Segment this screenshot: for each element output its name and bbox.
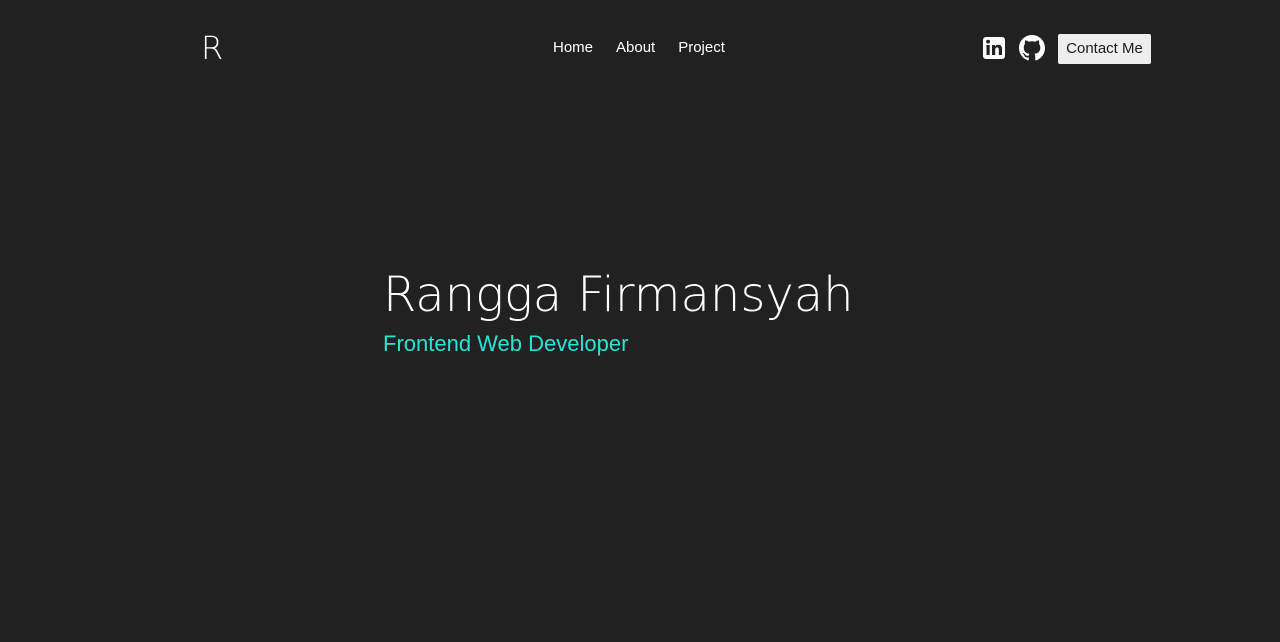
nav-link-about[interactable]: About xyxy=(616,38,655,58)
navbar: R Home About Project Contact Me xyxy=(0,0,1280,96)
contact-me-button[interactable]: Contact Me xyxy=(1058,34,1151,64)
linkedin-icon[interactable] xyxy=(981,35,1007,61)
logo[interactable]: R xyxy=(201,28,223,68)
nav-link-home[interactable]: Home xyxy=(553,38,593,58)
hero-name: Rangga Firmansyah xyxy=(383,267,854,323)
nav-links: Home About Project xyxy=(553,38,725,58)
nav-link-project[interactable]: Project xyxy=(678,38,725,58)
hero-subtitle: Frontend Web Developer xyxy=(383,331,629,356)
page: R Home About Project Contact Me Rangga F… xyxy=(0,0,1280,642)
hero: Rangga Firmansyah Frontend Web Developer xyxy=(383,262,854,358)
github-icon[interactable] xyxy=(1019,35,1045,61)
